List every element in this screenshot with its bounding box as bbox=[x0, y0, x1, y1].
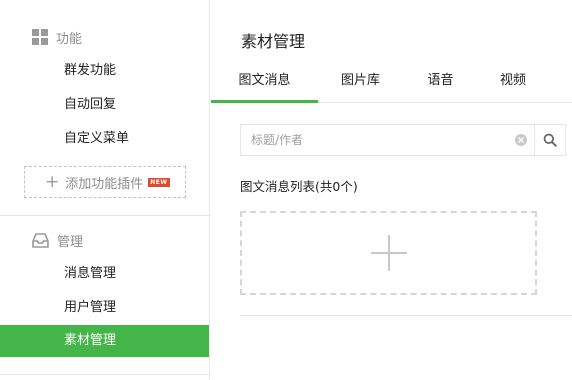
sidebar-item-materials[interactable]: 素材管理 bbox=[0, 325, 209, 357]
content-divider bbox=[240, 315, 572, 316]
plus-icon: + bbox=[45, 171, 60, 192]
plus-icon bbox=[370, 235, 407, 271]
page-title: 素材管理 bbox=[241, 32, 306, 51]
sidebar-bottom-divider bbox=[0, 374, 209, 375]
tab-voice[interactable]: 语音 bbox=[403, 62, 478, 103]
tab-bar: 图文消息 图片库 语音 视频 bbox=[211, 62, 572, 103]
sidebar-item-auto-reply[interactable]: 自动回复 bbox=[0, 89, 209, 121]
clear-icon[interactable] bbox=[515, 134, 527, 146]
add-plugin-button[interactable]: + 添加功能插件 NEW bbox=[24, 166, 186, 198]
tab-video[interactable]: 视频 bbox=[478, 62, 548, 103]
grid-icon bbox=[32, 29, 48, 45]
search-icon bbox=[543, 133, 557, 147]
sidebar-divider bbox=[0, 215, 209, 216]
sidebar-item-custom-menu[interactable]: 自定义菜单 bbox=[0, 123, 209, 155]
sidebar-section-management: 管理 bbox=[0, 225, 209, 255]
add-plugin-label: 添加功能插件 bbox=[65, 176, 144, 192]
search-button[interactable] bbox=[534, 125, 565, 155]
sidebar-item-users[interactable]: 用户管理 bbox=[0, 292, 209, 324]
tab-news[interactable]: 图文消息 bbox=[211, 62, 318, 103]
search-box bbox=[240, 124, 566, 156]
sidebar-item-mass-send[interactable]: 群发功能 bbox=[0, 55, 209, 87]
list-title: 图文消息列表(共0个) bbox=[240, 179, 358, 194]
search-input[interactable] bbox=[241, 125, 535, 155]
sidebar-section-label: 功能 bbox=[56, 31, 83, 47]
add-material-button[interactable] bbox=[240, 211, 537, 295]
new-badge: NEW bbox=[148, 177, 170, 187]
sidebar-section-features: 功能 bbox=[0, 22, 209, 52]
sidebar-section-label: 管理 bbox=[57, 234, 84, 250]
inbox-icon bbox=[32, 232, 49, 248]
main-content: 素材管理 图文消息 图片库 语音 视频 图文消息列表(共0个) bbox=[211, 0, 572, 380]
tab-images[interactable]: 图片库 bbox=[318, 62, 403, 103]
sidebar: 功能 群发功能 自动回复 自定义菜单 + 添加功能插件 NEW 管理 消息管理 … bbox=[0, 0, 210, 380]
sidebar-item-messages[interactable]: 消息管理 bbox=[0, 258, 209, 290]
